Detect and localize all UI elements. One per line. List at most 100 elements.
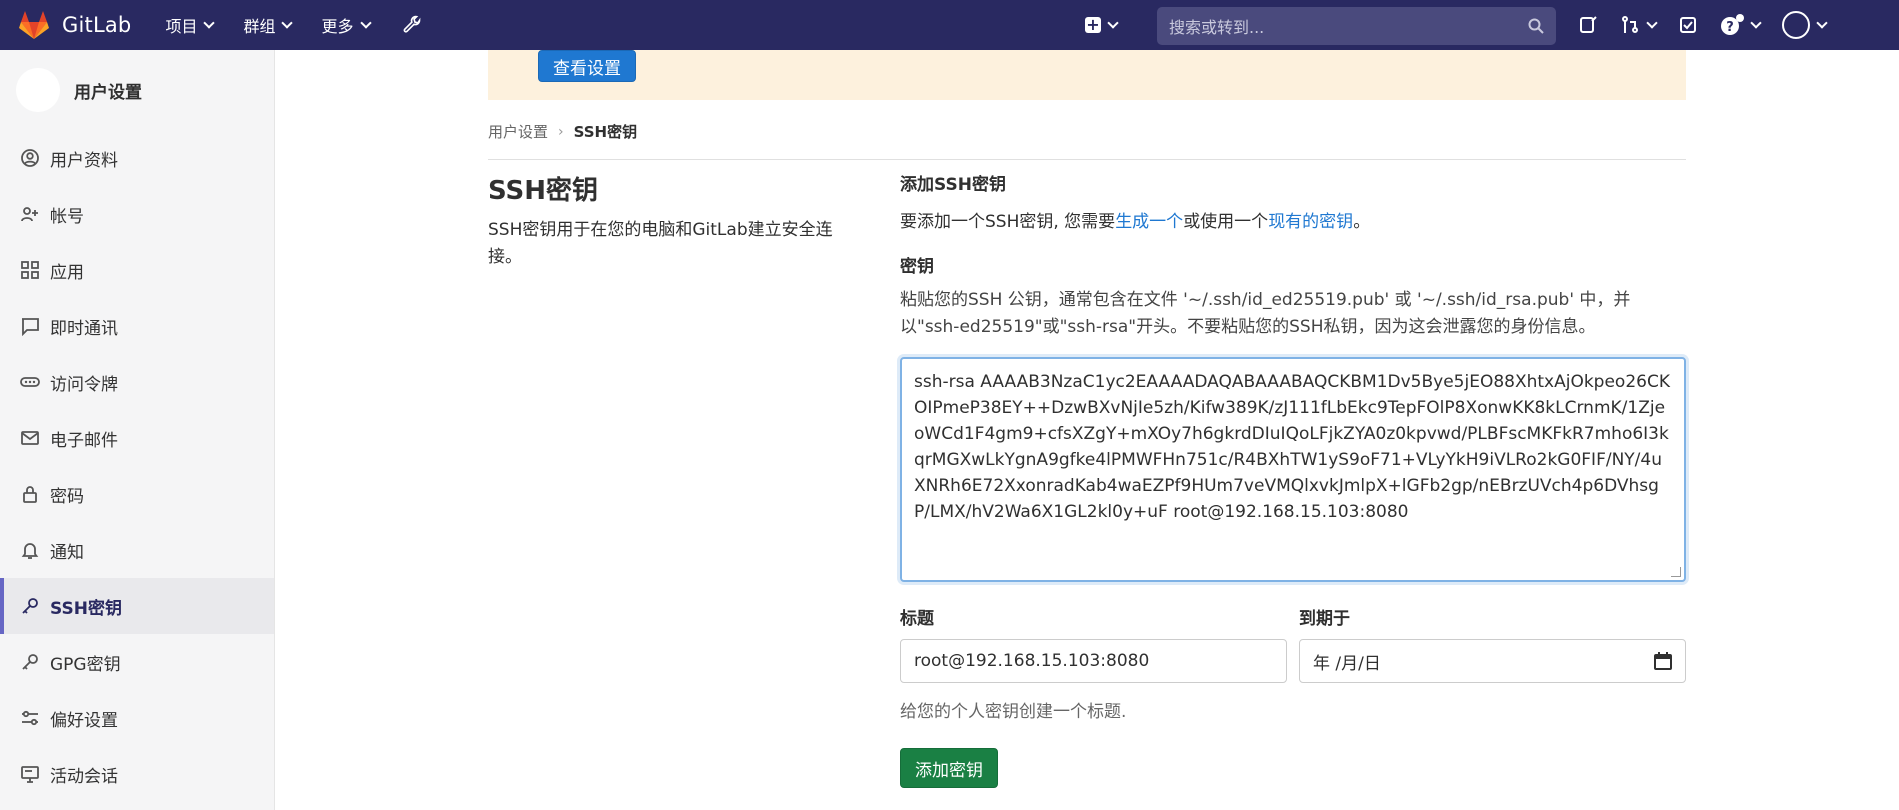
title-input[interactable]: root@192.168.15.103:8080 (900, 639, 1287, 683)
sidebar-item-9[interactable]: GPG密钥 (0, 634, 274, 690)
add-desc-suffix: 。 (1353, 212, 1371, 232)
page-title: SSH密钥 (488, 176, 599, 206)
search-placeholder: 搜索或转到... (1169, 18, 1265, 37)
sidebar-item-3[interactable]: 即时通讯 (0, 298, 274, 354)
chevron-down-icon (1107, 17, 1119, 29)
breadcrumb-user-settings[interactable]: 用户设置 (488, 121, 548, 142)
sidebar-item-label: 访问令牌 (50, 374, 118, 395)
sidebar-item-11[interactable]: 活动会话 (0, 746, 274, 802)
key-icon (22, 598, 38, 614)
menu-groups[interactable]: 群组 (243, 13, 294, 37)
sidebar-item-label: 帐号 (50, 206, 84, 227)
view-settings-button[interactable]: 查看设置 (538, 50, 636, 82)
gitlab-logo[interactable]: GitLab (18, 10, 131, 40)
key-textarea[interactable]: ssh-rsa AAAAB3NzaC1yc2EAAAADAQABAAABAQCK… (900, 357, 1686, 582)
add-desc-mid: 或使用一个 (1183, 212, 1269, 232)
sidebar-item-6[interactable]: 密码 (0, 466, 274, 522)
user-menu[interactable] (1782, 11, 1828, 39)
title-expiry-row: 标题 root@192.168.15.103:8080 到期于 年 /月/日 (900, 604, 1686, 683)
sidebar-item-8[interactable]: SSH密钥 (0, 578, 274, 634)
sidebar-title: 用户设置 (74, 82, 142, 103)
main-menu: 项目 群组 更多 (165, 13, 423, 37)
sidebar-item-label: 通知 (50, 542, 84, 563)
sidebar-item-label: 活动会话 (50, 766, 118, 787)
sidebar-item-0[interactable]: 用户资料 (0, 130, 274, 186)
sidebar-item-7[interactable]: 通知 (0, 522, 274, 578)
title-group: 标题 root@192.168.15.103:8080 (900, 604, 1287, 683)
chevron-down-icon (1750, 17, 1762, 29)
existing-key-link[interactable]: 现有的密钥 (1268, 212, 1353, 232)
page-intro: SSH密钥 SSH密钥用于在您的电脑和GitLab建立安全连接。 (488, 170, 848, 271)
applications-icon (21, 261, 39, 279)
admin-wrench-icon[interactable] (400, 13, 424, 37)
issues-icon[interactable] (1578, 15, 1598, 35)
sidebar-items: 用户资料帐号应用即时通讯访问令牌电子邮件密码通知 SSH密钥 GPG密钥偏好设置活动… (0, 130, 274, 802)
avatar (1782, 11, 1810, 39)
user-nav: ? (1578, 0, 1848, 50)
sidebar-item-label: 电子邮件 (50, 430, 118, 451)
todos-icon[interactable] (1678, 15, 1698, 35)
merge-requests-icon[interactable] (1620, 15, 1658, 35)
chevron-down-icon (1646, 17, 1658, 29)
top-navbar: GitLab 项目 群组 更多 + 搜索或转到... ? (0, 0, 1899, 50)
calendar-icon[interactable] (1654, 652, 1672, 670)
notice-banner: 查看设置 (488, 50, 1686, 100)
plus-icon: + (1085, 15, 1101, 34)
svg-text:?: ? (1726, 20, 1734, 35)
sidebar-item-label: 应用 (50, 262, 84, 283)
chevron-down-icon (1816, 17, 1828, 29)
sidebar-item-label: 即时通讯 (50, 318, 118, 339)
chat-icon (22, 318, 39, 336)
expires-date-input[interactable]: 年 /月/日 (1299, 639, 1686, 683)
menu-more[interactable]: 更多 (321, 13, 372, 37)
sidebar-item-4[interactable]: 访问令牌 (0, 354, 274, 410)
add-key-heading: 添加SSH密钥 (900, 175, 1006, 195)
sidebar-header[interactable]: 用户设置 (0, 50, 274, 130)
breadcrumb-current[interactable]: SSH密钥 (574, 121, 638, 142)
add-ssh-key-form: 添加SSH密钥 要添加一个SSH密钥, 您需要生成一个或使用一个现有的密钥。 密… (900, 170, 1686, 788)
bell-icon (21, 543, 39, 559)
help-icon[interactable]: ? (1720, 14, 1762, 36)
key-label: 密钥 (900, 257, 934, 277)
sidebar-item-label: 用户资料 (50, 150, 118, 171)
chevron-down-icon (203, 17, 216, 29)
sidebar-item-2[interactable]: 应用 (0, 242, 274, 298)
sidebar-item-label: 密码 (50, 486, 84, 507)
avatar (16, 68, 60, 112)
expires-label: 到期于 (1299, 609, 1350, 629)
menu-more-label: 更多 (321, 17, 354, 36)
expiry-group: 到期于 年 /月/日 (1299, 604, 1686, 683)
menu-groups-label: 群组 (243, 17, 276, 36)
title-hint: 给您的个人密钥创建一个标题. (900, 702, 1127, 722)
sidebar-item-10[interactable]: 偏好设置 (0, 690, 274, 746)
account-icon (21, 207, 38, 222)
generate-key-link[interactable]: 生成一个 (1115, 212, 1183, 232)
key-help-text: 粘贴您的SSH 公钥，通常包含在文件 '~/.ssh/id_ed25519.pu… (900, 290, 1631, 337)
divider (488, 159, 1686, 160)
sidebar-item-5[interactable]: 电子邮件 (0, 410, 274, 466)
new-item-button[interactable]: + (1085, 15, 1119, 34)
sidebar-item-label: GPG密钥 (50, 654, 121, 675)
lock-icon (23, 486, 37, 503)
page-description: SSH密钥用于在您的电脑和GitLab建立安全连接。 (488, 220, 833, 267)
resize-handle[interactable] (1671, 567, 1681, 577)
add-key-description: 要添加一个SSH密钥, 您需要生成一个或使用一个现有的密钥。 (900, 207, 1686, 232)
gitlab-tanuki-icon (19, 11, 49, 39)
search-input[interactable]: 搜索或转到... (1157, 7, 1556, 45)
monitor-icon (21, 766, 39, 783)
key-icon (22, 654, 38, 670)
sidebar-item-label: 偏好设置 (50, 710, 118, 731)
title-label: 标题 (900, 609, 934, 629)
chevron-right-icon: › (558, 123, 564, 140)
mail-icon (21, 431, 39, 445)
brand-name: GitLab (62, 13, 132, 37)
expires-date-value: 年 /月/日 (1313, 653, 1381, 674)
add-key-button[interactable]: 添加密钥 (900, 748, 998, 788)
settings-sidebar: 用户设置 用户资料帐号应用即时通讯访问令牌电子邮件密码通知 SSH密钥 GPG密钥偏… (0, 50, 275, 810)
search-icon (1528, 18, 1544, 34)
new-menu: + (1085, 0, 1119, 50)
preferences-icon (22, 710, 38, 726)
key-textarea-value: ssh-rsa AAAAB3NzaC1yc2EAAAADAQABAAABAQCK… (914, 372, 1670, 522)
sidebar-item-1[interactable]: 帐号 (0, 186, 274, 242)
menu-projects[interactable]: 项目 (165, 13, 216, 37)
